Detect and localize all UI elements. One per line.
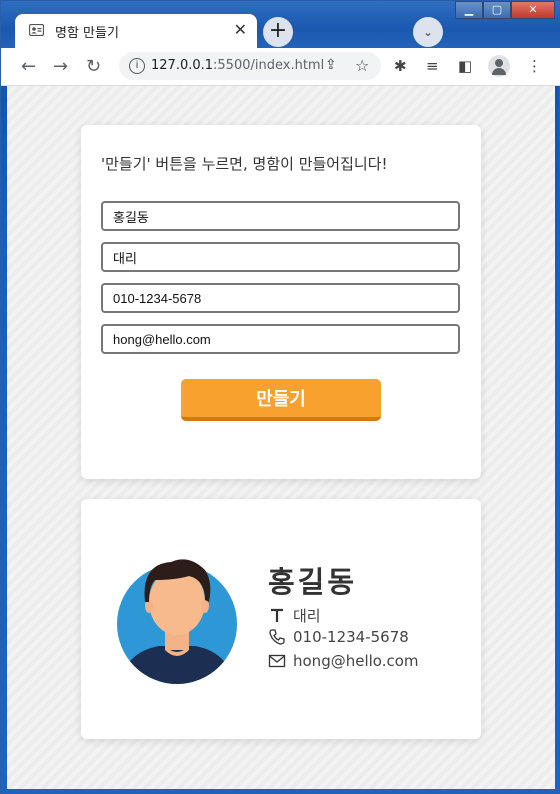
- form-instruction: '만들기' 버튼을 누르면, 명함이 만들어집니다!: [101, 155, 388, 173]
- address-bar[interactable]: i 127.0.0.1:5500/index.html ⇪ ☆: [119, 52, 381, 80]
- close-icon[interactable]: ✕: [234, 20, 247, 39]
- minimize-button[interactable]: ▁: [455, 1, 483, 19]
- profile-icon[interactable]: [488, 55, 510, 77]
- maximize-button[interactable]: ▢: [483, 1, 511, 19]
- business-card: 홍길동 대리 010-1234-5678 hong@hello.com: [81, 499, 481, 739]
- extensions-icon[interactable]: ✱: [394, 57, 407, 75]
- info-icon[interactable]: i: [129, 58, 145, 74]
- contact-card-icon: [29, 24, 44, 36]
- browser-toolbar: ← → ↻ i 127.0.0.1:5500/index.html ⇪ ☆ ✱ …: [1, 48, 560, 86]
- url-path: :5500/index.html: [213, 58, 325, 73]
- card-name: 홍길동: [268, 565, 358, 599]
- form-card: '만들기' 버튼을 누르면, 명함이 만들어집니다! 만들기: [81, 125, 481, 479]
- media-queue-icon[interactable]: ≡: [426, 57, 439, 75]
- forward-arrow-icon[interactable]: →: [53, 56, 68, 77]
- menu-dots-icon[interactable]: ⋮: [527, 57, 542, 75]
- share-icon[interactable]: ⇪: [325, 57, 337, 73]
- star-icon[interactable]: ☆: [355, 56, 369, 75]
- plus-icon[interactable]: +: [263, 17, 293, 47]
- title-icon: [271, 608, 283, 622]
- card-phone: 010-1234-5678: [293, 628, 409, 646]
- tab-strip: 명함 만들기 ✕ + ⌄ ▁ ▢ ✕: [1, 1, 560, 48]
- card-position-row: 대리: [268, 605, 321, 626]
- tab-active[interactable]: 명함 만들기 ✕: [15, 14, 257, 48]
- mail-icon: [268, 654, 286, 668]
- position-input[interactable]: [101, 242, 460, 272]
- window-close-button[interactable]: ✕: [511, 1, 555, 19]
- card-position: 대리: [293, 607, 321, 625]
- url-text: 127.0.0.1:5500/index.html: [151, 58, 324, 73]
- phone-input[interactable]: [101, 283, 460, 313]
- phone-icon: [269, 629, 285, 645]
- reload-icon[interactable]: ↻: [86, 56, 101, 77]
- browser-window: 명함 만들기 ✕ + ⌄ ▁ ▢ ✕ ← → ↻ i 127.0.0.1:550…: [0, 0, 560, 794]
- window-controls: ▁ ▢ ✕: [455, 1, 555, 21]
- page-content: '만들기' 버튼을 누르면, 명함이 만들어집니다! 만들기: [7, 86, 555, 789]
- avatar: [117, 559, 237, 684]
- back-arrow-icon[interactable]: ←: [21, 56, 36, 77]
- card-email: hong@hello.com: [293, 652, 419, 670]
- make-card-button[interactable]: 만들기: [181, 379, 381, 421]
- chevron-down-icon[interactable]: ⌄: [413, 17, 443, 47]
- name-input[interactable]: [101, 201, 460, 231]
- side-panel-icon[interactable]: ◧: [458, 57, 472, 75]
- email-input[interactable]: [101, 324, 460, 354]
- url-host: 127.0.0.1: [151, 58, 214, 73]
- tab-title: 명함 만들기: [55, 26, 119, 41]
- card-email-row: hong@hello.com: [268, 652, 419, 670]
- card-phone-row: 010-1234-5678: [268, 628, 409, 646]
